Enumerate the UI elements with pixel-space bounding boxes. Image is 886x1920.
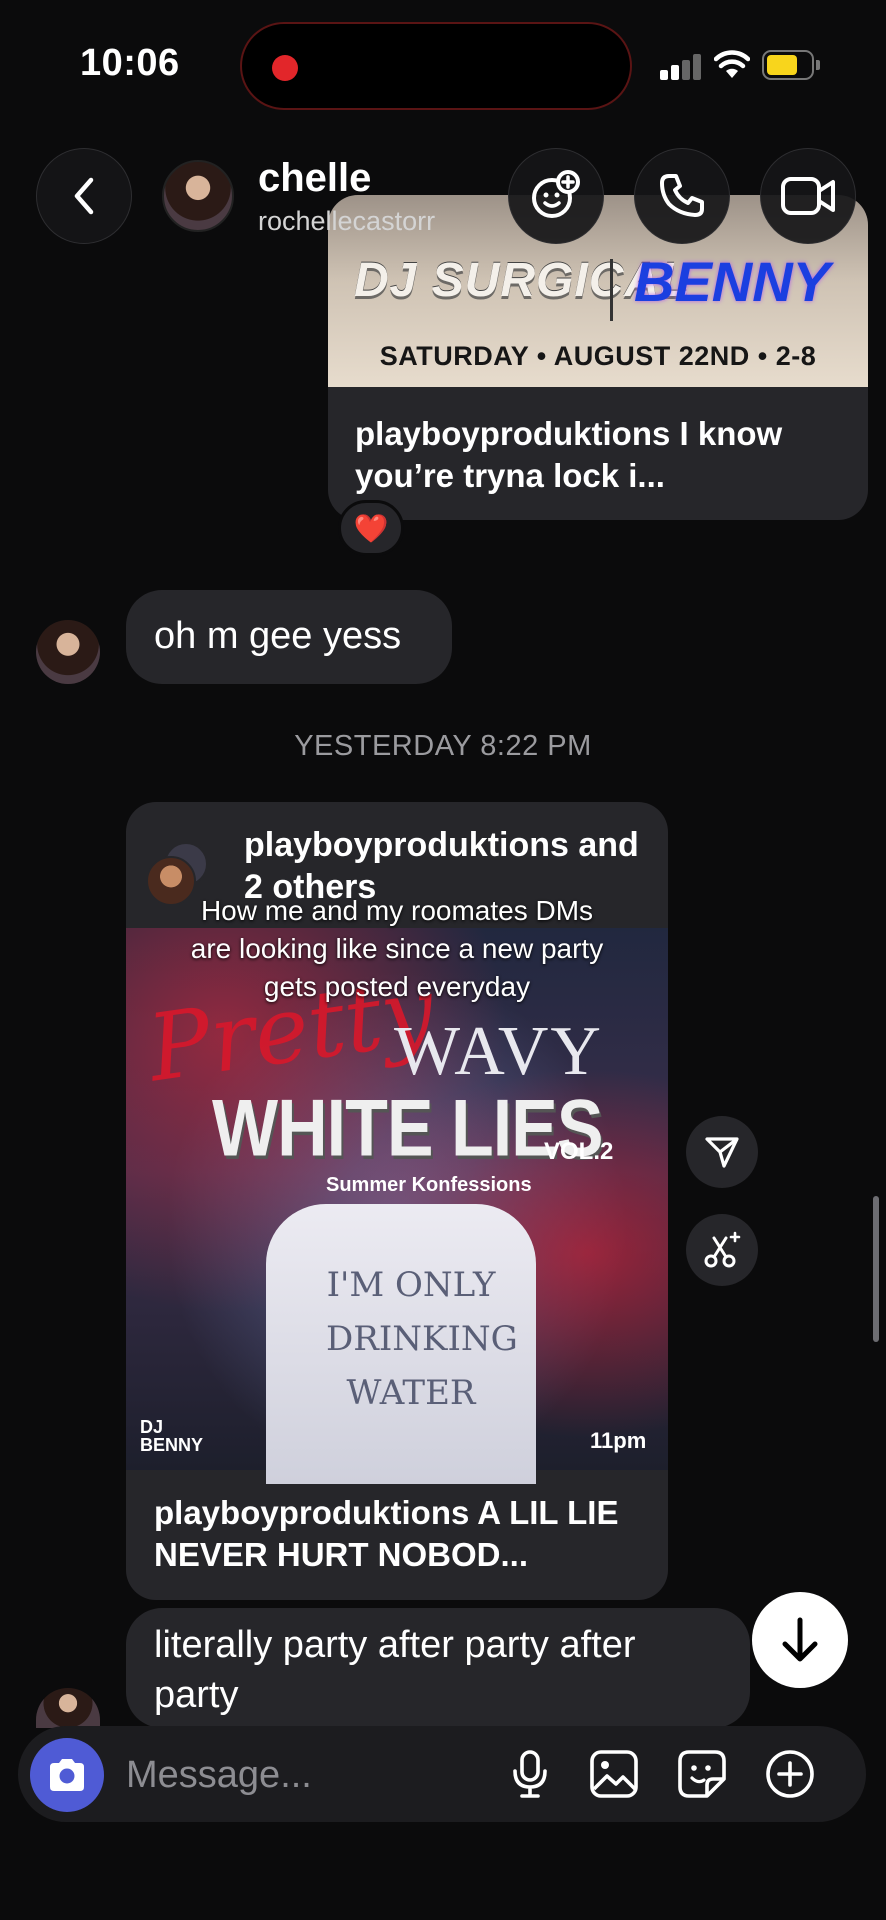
sender-avatar[interactable]: [36, 620, 100, 684]
dynamic-island: [240, 22, 632, 110]
battery-icon: [762, 50, 814, 80]
microphone-icon: [513, 1750, 547, 1798]
message-text: literally party after party after party: [154, 1624, 636, 1716]
flyer-benny-text: BENNY: [634, 250, 831, 313]
sticker-icon: [678, 1750, 726, 1798]
video-overlay-text: How me and my roomates DMs are looking l…: [190, 895, 604, 1002]
send-icon: [705, 1137, 739, 1168]
message-bubble[interactable]: literally party after party after party: [126, 1608, 750, 1728]
status-bar: 10:06: [0, 0, 886, 130]
back-icon: [74, 177, 94, 215]
phone-icon: [660, 174, 704, 217]
contact-handle[interactable]: rochellecastorr: [258, 206, 435, 237]
camera-icon: [50, 1759, 84, 1791]
contact-name[interactable]: chelle: [258, 156, 371, 201]
camera-button[interactable]: [30, 1738, 104, 1812]
post-image[interactable]: Pretty WAVY WHITE LIES VOL.2 Summer Konf…: [126, 895, 668, 1484]
heart-icon: ❤️: [353, 512, 389, 544]
post-caption: playboyproduktions A LIL LIE NEVER HURT …: [154, 1494, 619, 1573]
scroll-to-bottom-button[interactable]: [752, 1592, 848, 1688]
flyer-time-text: 11pm: [590, 1428, 647, 1453]
video-call-button[interactable]: [760, 148, 856, 244]
effects-button[interactable]: [508, 148, 604, 244]
sticker-button[interactable]: [676, 1748, 728, 1800]
status-time: 10:06: [80, 42, 180, 84]
sender-avatar[interactable]: [36, 1688, 100, 1728]
wifi-icon: [714, 50, 750, 78]
audio-call-button[interactable]: [634, 148, 730, 244]
flyer-shirt-text: I'M ONLY DRINKING WATER: [326, 1265, 518, 1413]
remix-scissors-icon: [704, 1231, 741, 1268]
scrollbar[interactable]: [873, 1196, 879, 1342]
message-text: oh m gee yess: [154, 615, 402, 657]
gallery-button[interactable]: [588, 1748, 640, 1800]
contact-avatar[interactable]: [162, 160, 234, 232]
flyer-vol-text: VOL.2: [544, 1138, 614, 1165]
signal-icon: [660, 54, 702, 80]
chat-timestamp: YESTERDAY 8:22 PM: [294, 730, 592, 762]
flyer-subtitle-text: Summer Konfessions: [326, 1174, 532, 1196]
remix-button[interactable]: [686, 1214, 758, 1286]
flyer-wavy-text: WAVY: [394, 1013, 603, 1090]
shared-post-card[interactable]: DJ SURGICAL BENNY SATURDAY • AUGUST 22ND…: [328, 195, 868, 520]
back-button[interactable]: [36, 148, 132, 244]
post-caption: playboyproduktions I know you’re tryna l…: [355, 415, 783, 494]
more-options-button[interactable]: [764, 1748, 816, 1800]
plus-icon: [766, 1750, 814, 1798]
effects-icon: [532, 170, 580, 218]
heart-reaction[interactable]: ❤️: [338, 500, 404, 556]
voice-button[interactable]: [504, 1748, 556, 1800]
video-icon: [781, 177, 835, 215]
message-input[interactable]: [126, 1752, 486, 1798]
shared-post-card[interactable]: playboyproduktions and 2 others Pretty W…: [126, 802, 668, 1600]
share-button[interactable]: [686, 1116, 758, 1188]
gallery-icon: [590, 1750, 638, 1798]
flyer-dj-logo: DJ BENNY: [140, 1417, 204, 1455]
message-bubble[interactable]: oh m gee yess: [126, 590, 452, 684]
message-composer: [18, 1726, 866, 1822]
flyer-date-text: SATURDAY • AUGUST 22ND • 2-8: [379, 341, 817, 371]
arrow-down-icon: [782, 1617, 818, 1662]
recording-indicator: [272, 55, 298, 81]
